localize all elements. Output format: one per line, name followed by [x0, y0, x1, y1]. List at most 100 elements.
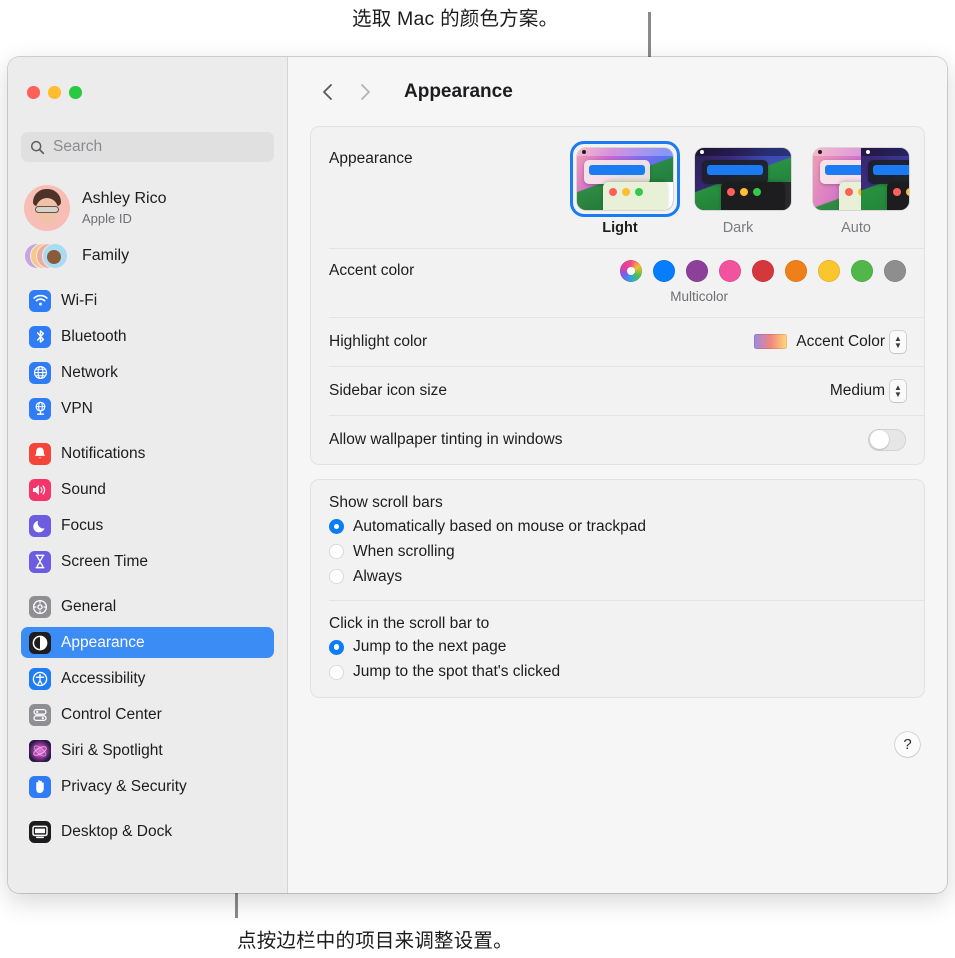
theme-label-auto: Auto	[841, 220, 871, 236]
sidebar-item-label: Focus	[61, 516, 104, 534]
minimize-button[interactable]	[48, 86, 61, 99]
scroll-bars-option-1[interactable]: When scrolling	[311, 539, 924, 564]
account-name: Ashley Rico	[82, 189, 167, 207]
accent-swatch-green[interactable]	[851, 259, 873, 282]
accent-swatch-purple[interactable]	[686, 259, 708, 282]
scroll-click-option-1[interactable]: Jump to the spot that's clicked	[311, 660, 924, 685]
bell-icon	[29, 442, 51, 465]
chevron-updown-icon[interactable]: ▲ ▼	[890, 379, 906, 402]
radio-button[interactable]	[329, 569, 344, 584]
sidebar-item-label: VPN	[61, 399, 93, 417]
scroll-bars-option-2[interactable]: Always	[311, 564, 924, 589]
appearance-icon	[29, 631, 51, 654]
appearance-row: Appearance Light Dark Auto	[311, 127, 924, 248]
hand-icon	[29, 775, 51, 798]
theme-label-dark: Dark	[722, 220, 754, 236]
accent-swatch-pink[interactable]	[719, 259, 741, 282]
radio-label: Jump to the next page	[353, 638, 507, 656]
scroll-click-options: Jump to the next page Jump to the spot th…	[311, 635, 924, 685]
sidebar-group-2: General Appearance Accessibility Control Ce…	[8, 591, 287, 802]
sidebar-item-notifications[interactable]: Notifications	[21, 438, 274, 469]
sidebar-item-desktop-dock[interactable]: Desktop & Dock	[21, 816, 274, 847]
sidebar-item-label: Network	[61, 363, 118, 381]
globe-icon	[29, 361, 51, 384]
scroll-bars-option-0[interactable]: Automatically based on mouse or trackpad	[311, 514, 924, 539]
bluetooth-icon	[29, 325, 51, 348]
radio-button[interactable]	[329, 544, 344, 559]
help-button[interactable]: ?	[895, 732, 920, 757]
chevron-right-icon	[360, 83, 370, 100]
sidebar-item-label: Desktop & Dock	[61, 822, 173, 840]
accent-swatch-multicolor[interactable]	[620, 259, 642, 282]
sidebar-icon-size-row[interactable]: Sidebar icon size Medium ▲ ▼	[311, 366, 924, 415]
content-pane: Appearance Appearance Light Dark Auto Ac…	[287, 57, 947, 893]
sidebar-item-focus[interactable]: Focus	[21, 510, 274, 541]
sidebar-item-privacy-security[interactable]: Privacy & Security	[21, 771, 274, 802]
theme-label-light: Light	[602, 220, 638, 236]
sidebar-item-bluetooth[interactable]: Bluetooth	[21, 321, 274, 352]
accent-color-caption: Multicolor	[670, 289, 728, 304]
account-row[interactable]: Ashley Rico Apple ID	[24, 185, 274, 231]
window-controls	[27, 86, 82, 99]
forward-button[interactable]	[352, 79, 378, 105]
accent-swatch-orange[interactable]	[785, 259, 807, 282]
wallpaper-tinting-row: Allow wallpaper tinting in windows	[311, 415, 924, 464]
accent-swatch-red[interactable]	[752, 259, 774, 282]
sidebar-item-label: Privacy & Security	[61, 777, 187, 795]
sidebar-item-label: Sound	[61, 480, 106, 498]
theme-option-dark[interactable]: Dark	[688, 141, 791, 236]
sidebar-item-appearance[interactable]: Appearance	[21, 627, 274, 658]
scroll-card: Show scroll bars Automatically based on …	[310, 479, 925, 698]
radio-label: Automatically based on mouse or trackpad	[353, 517, 646, 535]
scroll-click-option-0[interactable]: Jump to the next page	[311, 635, 924, 660]
highlight-color-label: Highlight color	[329, 332, 428, 350]
hourglass-icon	[29, 550, 51, 573]
sidebar-item-screen-time[interactable]: Screen Time	[21, 546, 274, 577]
chevron-updown-icon[interactable]: ▲ ▼	[890, 330, 906, 353]
accent-swatch-blue[interactable]	[653, 259, 675, 282]
vpn-icon	[29, 397, 51, 420]
moon-icon	[29, 514, 51, 537]
back-button[interactable]	[314, 79, 340, 105]
sidebar-item-control-center[interactable]: Control Center	[21, 699, 274, 730]
desktop-dock-icon	[29, 820, 51, 843]
sidebar-item-label: Siri & Spotlight	[61, 741, 163, 759]
radio-label: Jump to the spot that's clicked	[353, 663, 561, 681]
sidebar-item-label: Notifications	[61, 444, 146, 462]
radio-button[interactable]	[329, 639, 344, 655]
sidebar-item-accessibility[interactable]: Accessibility	[21, 663, 274, 694]
zoom-button[interactable]	[69, 86, 82, 99]
accent-color-row: Accent color Multicolor	[311, 248, 924, 317]
theme-thumbnail-auto	[813, 148, 909, 210]
wallpaper-tinting-toggle[interactable]	[868, 428, 906, 451]
radio-button[interactable]	[329, 664, 344, 680]
theme-picker: Light Dark Auto	[570, 141, 909, 236]
sidebar-icon-size-popup[interactable]: Medium ▲ ▼	[830, 379, 906, 402]
family-avatars-icon	[24, 239, 70, 273]
family-label: Family	[82, 247, 130, 264]
sidebar-item-family[interactable]: Family	[24, 239, 274, 273]
callout-bottom-text: 点按边栏中的项目来调整设置。	[237, 930, 513, 952]
sidebar-item-network[interactable]: Network	[21, 357, 274, 388]
sidebar-icon-size-label: Sidebar icon size	[329, 381, 448, 399]
scroll-bars-title: Show scroll bars	[329, 494, 443, 511]
highlight-color-row[interactable]: Highlight color Accent Color ▲ ▼	[311, 317, 924, 366]
sidebar-item-wi-fi[interactable]: Wi-Fi	[21, 285, 274, 316]
system-settings-window: Search Ashley Rico Apple ID Family Wi-Fi…	[8, 57, 947, 893]
theme-option-light[interactable]: Light	[570, 141, 680, 236]
close-button[interactable]	[27, 86, 40, 99]
siri-icon	[29, 739, 51, 762]
search-input[interactable]: Search	[21, 132, 274, 162]
sidebar-item-label: Accessibility	[61, 669, 146, 687]
sidebar-item-general[interactable]: General	[21, 591, 274, 622]
radio-button[interactable]	[329, 519, 344, 534]
theme-option-auto[interactable]: Auto	[806, 141, 909, 236]
sidebar-item-vpn[interactable]: VPN	[21, 393, 274, 424]
accessibility-icon	[29, 667, 51, 690]
sidebar-item-sound[interactable]: Sound	[21, 474, 274, 505]
accent-swatch-graphite[interactable]	[884, 259, 906, 282]
accent-swatch-yellow[interactable]	[818, 259, 840, 282]
control-center-icon	[29, 703, 51, 726]
highlight-color-popup[interactable]: Accent Color ▲ ▼	[754, 330, 906, 353]
sidebar-item-siri-spotlight[interactable]: Siri & Spotlight	[21, 735, 274, 766]
